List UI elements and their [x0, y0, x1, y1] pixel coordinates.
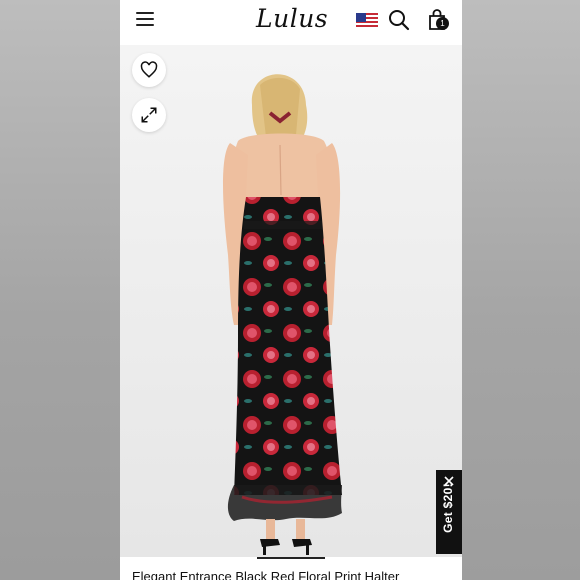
product-title: Elegant Entrance Black Red Floral Print … [132, 569, 400, 580]
us-flag-icon[interactable] [356, 13, 378, 29]
product-info: Elegant Entrance Black Red Floral Print … [120, 557, 462, 580]
product-photo [120, 45, 462, 557]
site-header: Lulus 1 [120, 0, 462, 46]
promo-tab[interactable]: Get $20! [436, 470, 462, 554]
expand-icon [141, 107, 157, 123]
carousel-indicator [257, 557, 325, 559]
heart-icon [140, 61, 158, 78]
promo-label: Get $20! [441, 483, 455, 533]
backdrop-left [0, 0, 120, 580]
wishlist-button[interactable] [132, 53, 166, 87]
backdrop-right [462, 0, 580, 580]
cart-count-badge: 1 [436, 17, 449, 30]
menu-icon[interactable] [136, 12, 154, 26]
mobile-screen: Lulus 1 Get $20! Elegant Entrance Black … [120, 0, 462, 580]
fullscreen-button[interactable] [132, 98, 166, 132]
brand-logo[interactable]: Lulus [256, 4, 328, 33]
search-icon[interactable] [388, 9, 410, 31]
